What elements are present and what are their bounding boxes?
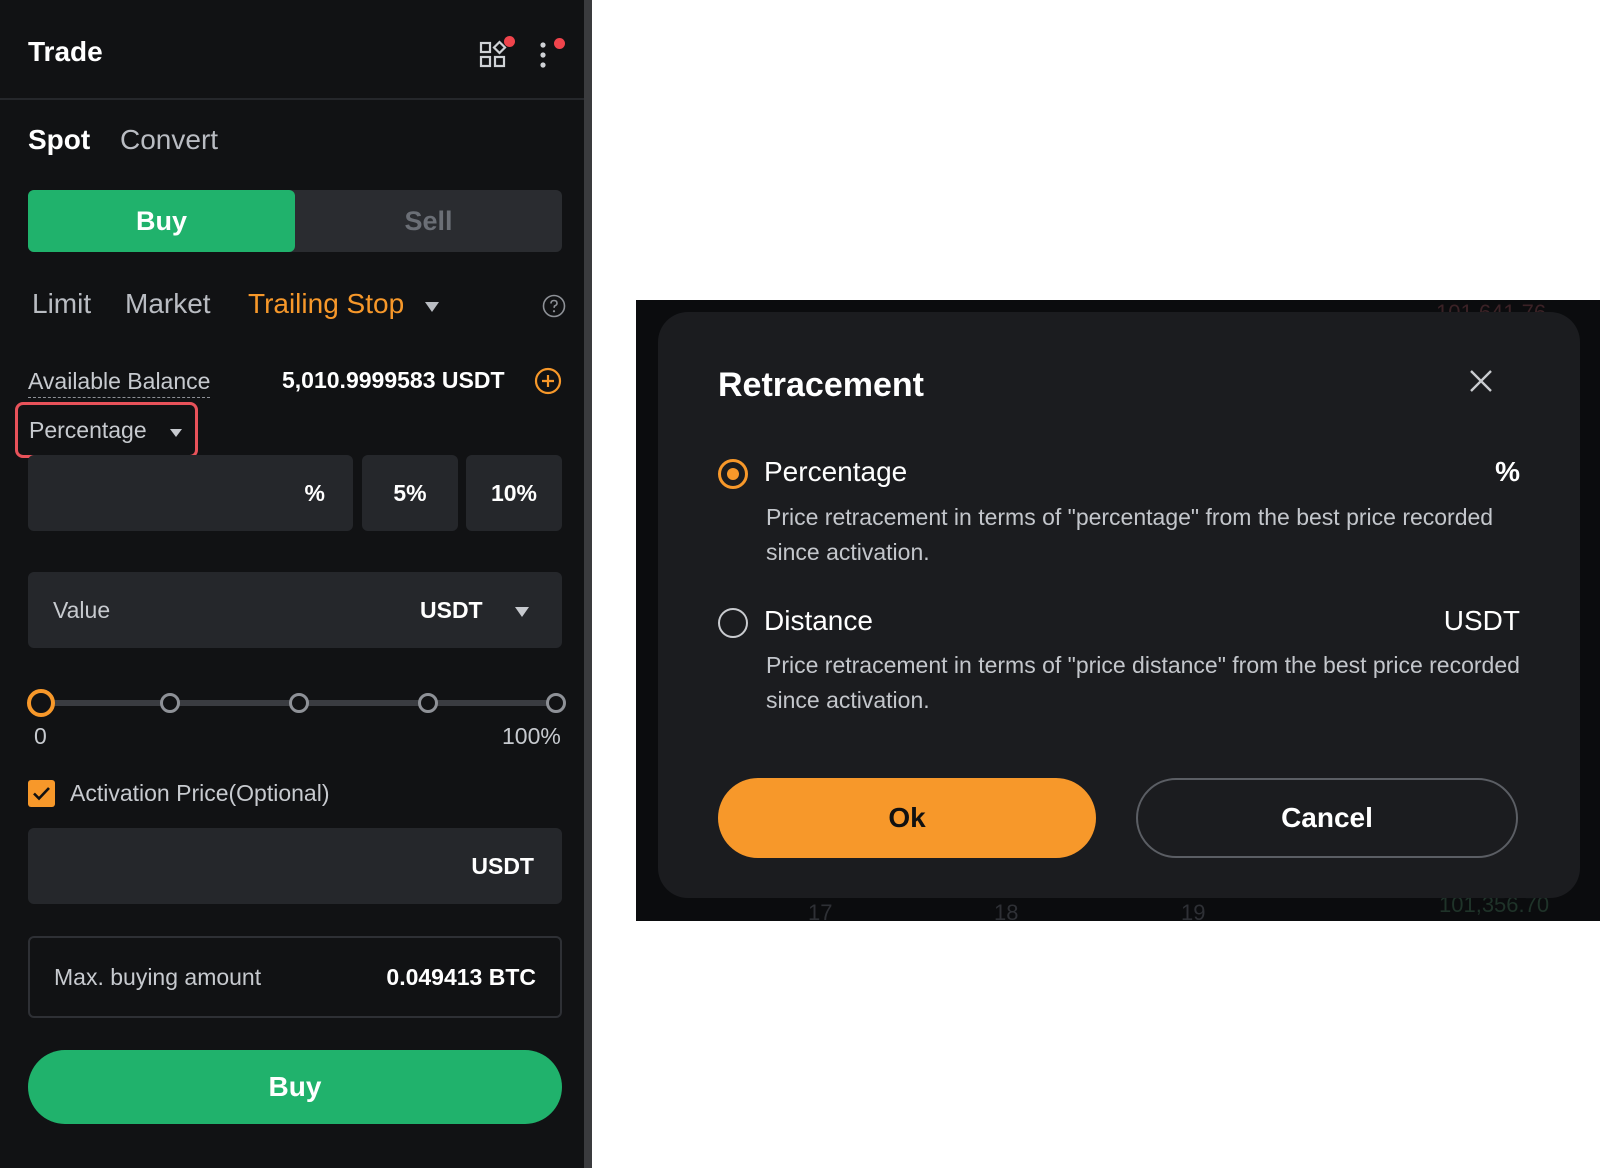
caret-down-icon[interactable] (514, 605, 530, 623)
help-icon[interactable] (542, 294, 566, 323)
notification-dot (554, 38, 565, 49)
bg-x-tick: 19 (1181, 900, 1206, 921)
distance-option-label[interactable]: Distance (764, 605, 873, 637)
cancel-button[interactable]: Cancel (1136, 778, 1518, 858)
available-balance-label[interactable]: Available Balance (28, 368, 211, 398)
panel-title: Trade (28, 36, 103, 67)
activation-price-checkbox[interactable] (28, 780, 55, 807)
order-type-limit[interactable]: Limit (32, 288, 91, 320)
buy-side-button[interactable]: Buy (28, 190, 295, 252)
max-buy-value: 0.049413 BTC (386, 964, 536, 990)
sell-side-button[interactable]: Sell (295, 190, 562, 252)
slider-step-100[interactable] (546, 693, 566, 713)
ok-button[interactable]: Ok (718, 778, 1096, 858)
panel-header: Trade (0, 0, 584, 100)
activation-price-unit: USDT (471, 852, 534, 879)
value-unit-selector[interactable]: USDT (420, 597, 483, 624)
percentage-suffix: % (304, 479, 325, 506)
notification-dot (504, 36, 515, 47)
bg-x-tick: 18 (994, 900, 1019, 921)
retracement-dialog: Retracement Percentage % Price retraceme… (658, 312, 1580, 898)
preset-10-percent-button[interactable]: 10% (466, 455, 562, 531)
slider-min-label: 0 (34, 723, 47, 749)
max-buy-box: Max. buying amount 0.049413 BTC (28, 936, 562, 1018)
value-label: Value (53, 596, 111, 623)
activation-price-input[interactable]: USDT (28, 828, 562, 904)
tab-spot[interactable]: Spot (28, 124, 90, 156)
amount-slider-handle[interactable] (27, 689, 55, 717)
retracement-selector-label: Percentage (29, 417, 147, 443)
distance-option-unit: USDT (1443, 605, 1520, 636)
distance-radio[interactable] (718, 608, 748, 638)
trade-panel: Trade Spot Convert Buy Sell Limit Market… (0, 0, 592, 1168)
preset-label: 5% (393, 479, 427, 506)
percentage-input[interactable]: % (28, 455, 353, 531)
retracement-selector[interactable]: Percentage (15, 402, 198, 458)
caret-down-icon (169, 425, 183, 443)
order-type-market[interactable]: Market (125, 288, 211, 320)
deposit-plus-icon[interactable] (534, 367, 562, 400)
slider-max-label: 100% (502, 723, 561, 749)
available-balance-value: 5,010.9999583 USDT (282, 367, 505, 393)
order-type-trailing-stop[interactable]: Trailing Stop (248, 288, 404, 320)
percentage-option-unit: % (1495, 456, 1520, 487)
caret-down-icon[interactable] (424, 300, 440, 318)
checkmark-icon (33, 787, 50, 801)
percentage-radio[interactable] (718, 459, 748, 489)
slider-step-75[interactable] (418, 693, 438, 713)
preset-5-percent-button[interactable]: 5% (362, 455, 458, 531)
slider-step-50[interactable] (289, 693, 309, 713)
bg-x-tick: 17 (808, 900, 833, 921)
more-menu-icon[interactable] (535, 40, 551, 70)
preset-label: 10% (490, 479, 538, 506)
percentage-option-label[interactable]: Percentage (764, 456, 907, 488)
activation-price-label: Activation Price(Optional) (70, 780, 330, 806)
widgets-icon[interactable] (478, 40, 508, 70)
chart-backdrop: 101,641.76 101,356.70 17 18 19 Retraceme… (636, 300, 1600, 921)
close-icon[interactable] (1468, 368, 1494, 399)
max-buy-label: Max. buying amount (54, 964, 262, 990)
value-input[interactable]: Value USDT (28, 572, 562, 648)
side-toggle: Buy Sell (28, 190, 562, 252)
dialog-title: Retracement (718, 366, 924, 404)
percentage-option-description: Price retracement in terms of "percentag… (766, 504, 1494, 565)
slider-step-25[interactable] (160, 693, 180, 713)
distance-option-description: Price retracement in terms of "price dis… (766, 652, 1520, 713)
submit-buy-button[interactable]: Buy (28, 1050, 562, 1124)
tab-convert[interactable]: Convert (120, 124, 218, 156)
